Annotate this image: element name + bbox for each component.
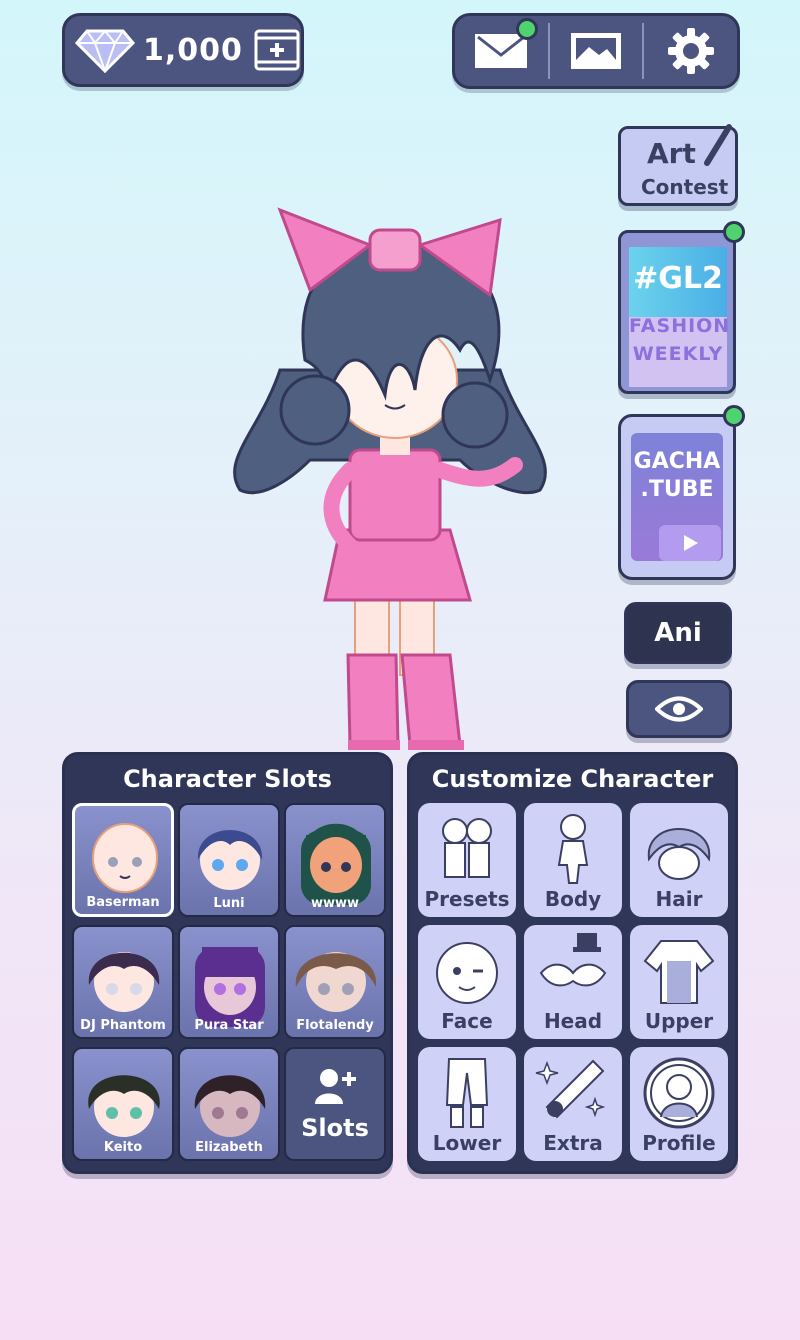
slot-baserman[interactable]: Baserman bbox=[72, 803, 174, 917]
art-contest-line1: Art bbox=[647, 137, 696, 170]
face-icon bbox=[436, 942, 498, 1004]
body-icon bbox=[557, 814, 589, 884]
gear-icon bbox=[667, 28, 714, 74]
slot-flotalendy[interactable]: Flotalendy bbox=[284, 925, 386, 1039]
slot-name: Flotalendy bbox=[296, 1018, 374, 1033]
lower-icon bbox=[445, 1058, 489, 1128]
head-label: Head bbox=[543, 1009, 603, 1033]
head-icon bbox=[539, 933, 607, 987]
avatar bbox=[195, 947, 265, 1027]
gacha-tube-line2: .TUBE bbox=[640, 477, 714, 502]
gacha-tube-notification-dot bbox=[723, 405, 745, 427]
gl2-tag: #GL2 bbox=[633, 261, 723, 296]
play-icon bbox=[659, 525, 721, 561]
art-contest-line2: Contest bbox=[641, 175, 729, 199]
slot-name: Luni bbox=[213, 896, 245, 911]
presets-icon bbox=[442, 818, 492, 878]
gacha-tube-line1: GACHA bbox=[633, 449, 721, 474]
slot-wwww[interactable]: wwww bbox=[284, 803, 386, 917]
slot-dj-phantom[interactable]: DJ Phantom bbox=[72, 925, 174, 1039]
profile-label: Profile bbox=[642, 1131, 716, 1155]
hair-label: Hair bbox=[655, 887, 703, 911]
currency-bar: 1,000 bbox=[62, 13, 304, 87]
slot-name: Baserman bbox=[86, 895, 160, 910]
body-button[interactable]: Body bbox=[524, 803, 622, 917]
avatar bbox=[88, 1075, 160, 1137]
slot-elizabeth[interactable]: Elizabeth bbox=[178, 1047, 280, 1161]
slot-pura-star[interactable]: Pura Star bbox=[178, 925, 280, 1039]
pencil-icon bbox=[704, 124, 732, 166]
slot-name: Pura Star bbox=[194, 1018, 264, 1033]
avatar bbox=[295, 952, 377, 1012]
mail-notification-dot bbox=[515, 18, 538, 40]
avatar bbox=[88, 952, 160, 1012]
settings-button[interactable] bbox=[644, 16, 737, 86]
hair-button[interactable]: Hair bbox=[630, 803, 728, 917]
avatar bbox=[197, 830, 263, 890]
customize-character-title: Customize Character bbox=[431, 765, 714, 793]
body-label: Body bbox=[544, 887, 602, 911]
character-slots-title: Character Slots bbox=[123, 765, 332, 793]
presets-label: Presets bbox=[424, 887, 510, 911]
slot-name: DJ Phantom bbox=[80, 1018, 166, 1033]
avatar bbox=[92, 823, 158, 893]
slot-name: Elizabeth bbox=[195, 1140, 263, 1155]
extra-label: Extra bbox=[543, 1131, 603, 1155]
lower-label: Lower bbox=[432, 1131, 502, 1155]
profile-icon bbox=[643, 1057, 715, 1129]
animation-button[interactable]: Ani bbox=[624, 602, 732, 664]
image-icon bbox=[571, 33, 621, 69]
visibility-toggle[interactable] bbox=[626, 680, 732, 738]
face-button[interactable]: Face bbox=[418, 925, 516, 1039]
avatar bbox=[194, 1075, 266, 1137]
eye-icon bbox=[655, 696, 703, 722]
character-figure[interactable] bbox=[220, 200, 560, 760]
slot-keito[interactable]: Keito bbox=[72, 1047, 174, 1161]
face-label: Face bbox=[441, 1009, 493, 1033]
add-slots-button[interactable]: Slots bbox=[284, 1047, 386, 1161]
upper-label: Upper bbox=[644, 1009, 714, 1033]
video-plus-icon[interactable] bbox=[253, 26, 301, 74]
fashion-weekly-button[interactable]: #GL2 FASHION WEEKLY bbox=[618, 221, 745, 394]
presets-button[interactable]: Presets bbox=[418, 803, 516, 917]
profile-button[interactable]: Profile bbox=[630, 1047, 728, 1161]
art-contest-button[interactable]: Art Contest bbox=[618, 124, 738, 206]
add-user-icon bbox=[315, 1069, 356, 1104]
gacha-tube-button[interactable]: GACHA .TUBE bbox=[618, 405, 745, 580]
head-button[interactable]: Head bbox=[524, 925, 622, 1039]
top-menu bbox=[452, 13, 740, 89]
avatar bbox=[301, 823, 371, 905]
fashion-weekly-line1: FASHION bbox=[629, 315, 731, 337]
fashion-weekly-line2: WEEKLY bbox=[632, 343, 724, 365]
slot-luni[interactable]: Luni bbox=[178, 803, 280, 917]
hair-icon bbox=[647, 828, 711, 880]
character-slots-panel: Character Slots Baserman Luni wwww DJ Ph… bbox=[62, 752, 393, 1174]
add-slots-label: Slots bbox=[301, 1114, 369, 1142]
slot-name: Keito bbox=[103, 1140, 143, 1155]
lower-button[interactable]: Lower bbox=[418, 1047, 516, 1161]
customize-character-panel: Customize Character Presets Body Hair Fa… bbox=[407, 752, 738, 1174]
extra-icon bbox=[535, 1059, 606, 1119]
diamond-icon bbox=[75, 29, 135, 73]
extra-button[interactable]: Extra bbox=[524, 1047, 622, 1161]
upper-icon bbox=[643, 940, 715, 1004]
fashion-weekly-notification-dot bbox=[723, 221, 745, 243]
mail-button[interactable] bbox=[455, 16, 548, 86]
upper-button[interactable]: Upper bbox=[630, 925, 728, 1039]
currency-amount: 1,000 bbox=[143, 32, 243, 68]
slot-name: wwww bbox=[310, 896, 360, 911]
gallery-button[interactable] bbox=[550, 16, 643, 86]
